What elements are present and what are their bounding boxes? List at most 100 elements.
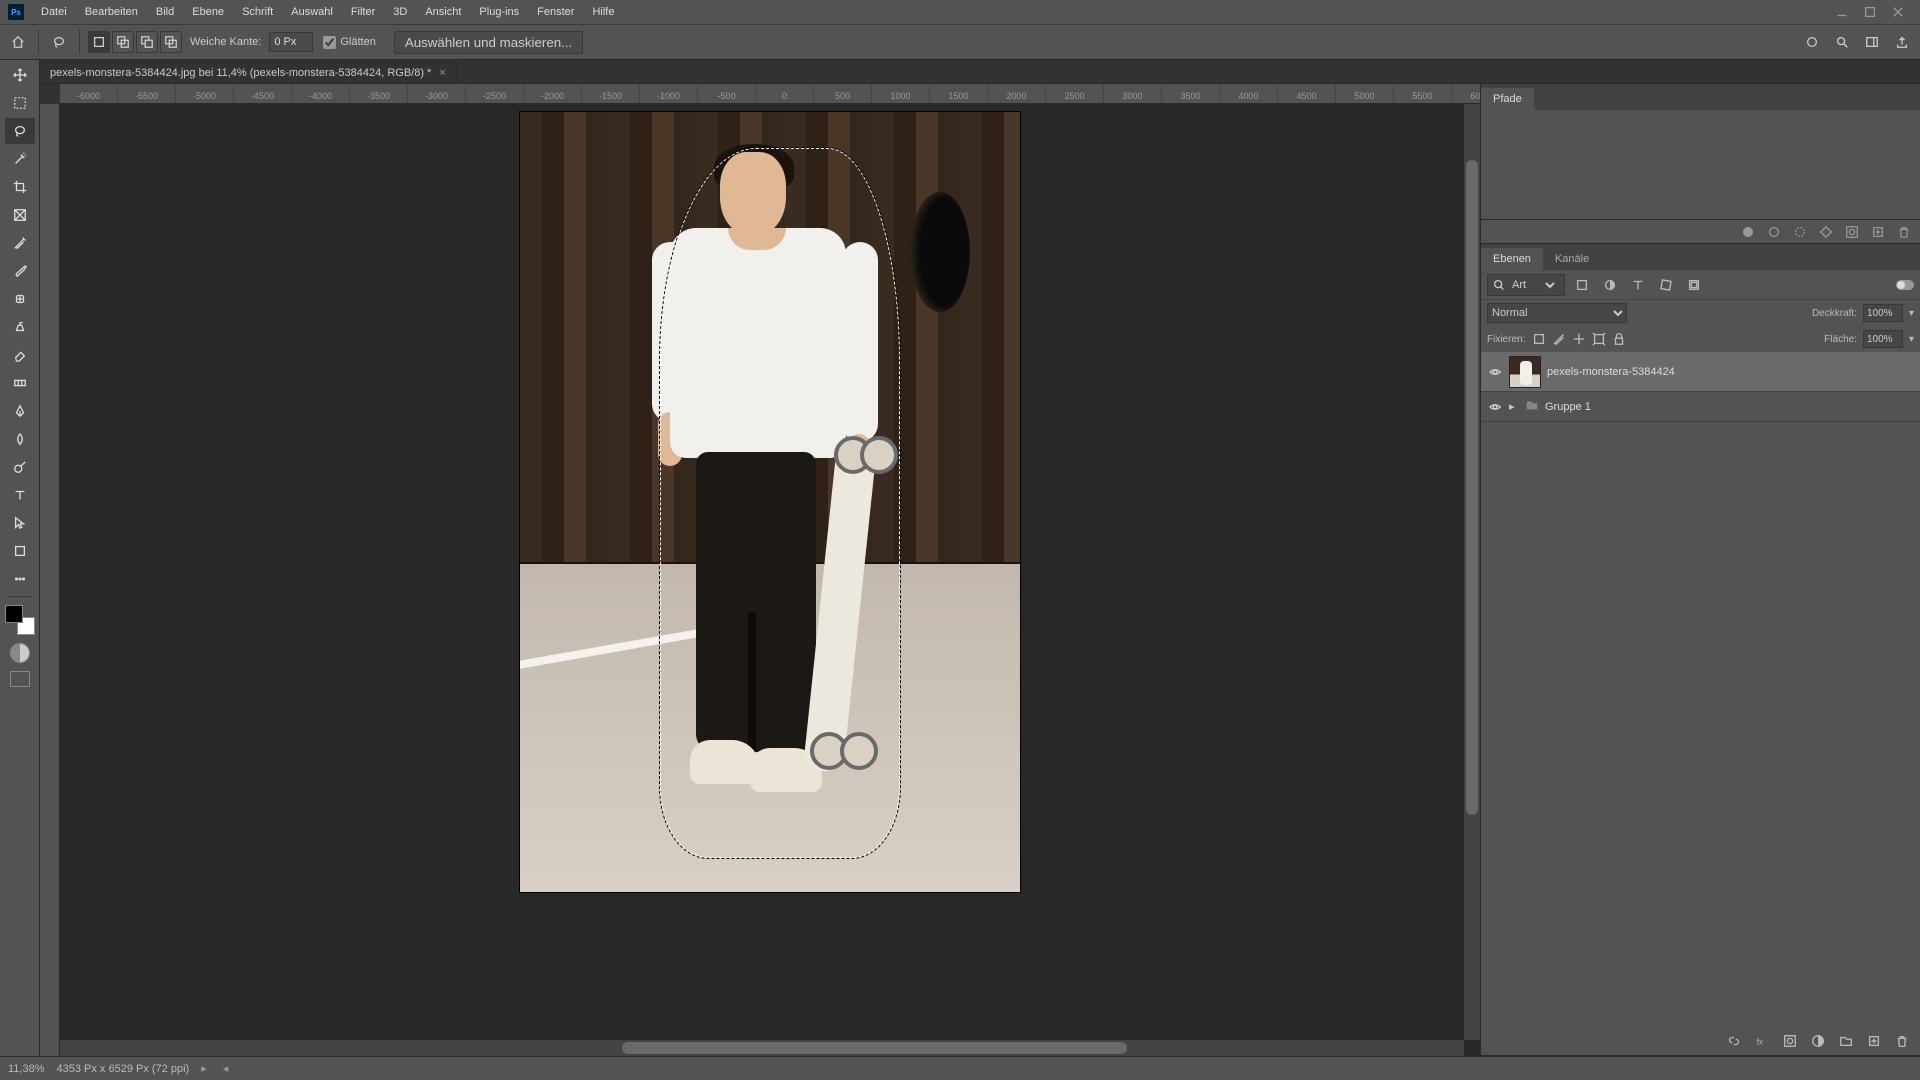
path-selection-tool[interactable] <box>5 510 35 536</box>
quick-mask-toggle[interactable] <box>10 643 30 663</box>
fill-path-icon[interactable] <box>1740 224 1756 240</box>
layer-list[interactable]: pexels-monstera-5384424 ▸ Gruppe 1 <box>1481 352 1920 422</box>
layer-thumbnail[interactable] <box>1509 356 1541 388</box>
filter-shape-icon[interactable] <box>1655 274 1677 296</box>
menu-datei[interactable]: Datei <box>32 0 76 24</box>
shape-tool[interactable] <box>5 538 35 564</box>
blend-mode-select[interactable]: Normal <box>1487 303 1627 323</box>
zoom-level[interactable]: 11,38% <box>8 1063 45 1075</box>
link-layers-icon[interactable] <box>1726 1033 1742 1049</box>
feather-input[interactable] <box>269 32 313 52</box>
filter-pixel-icon[interactable] <box>1571 274 1593 296</box>
filter-type-icon[interactable] <box>1627 274 1649 296</box>
scrollbar-vertical[interactable] <box>1464 104 1480 1040</box>
scroll-left-icon[interactable]: ◂ <box>223 1062 229 1075</box>
home-button[interactable] <box>6 30 30 54</box>
selection-add-button[interactable] <box>112 31 134 53</box>
menu-ansicht[interactable]: Ansicht <box>416 0 470 24</box>
menu-bearbeiten[interactable]: Bearbeiten <box>76 0 147 24</box>
new-layer-icon[interactable] <box>1866 1033 1882 1049</box>
eyedropper-tool[interactable] <box>5 230 35 256</box>
stroke-path-icon[interactable] <box>1766 224 1782 240</box>
pen-tool[interactable] <box>5 398 35 424</box>
blur-tool[interactable] <box>5 426 35 452</box>
scrollbar-thumb[interactable] <box>1466 160 1478 815</box>
more-tools[interactable] <box>5 566 35 592</box>
canvas-viewport[interactable] <box>60 104 1480 1056</box>
tab-layers[interactable]: Ebenen <box>1481 248 1543 270</box>
tool-preset-lasso-icon[interactable] <box>47 30 71 54</box>
antialias-checkbox-input[interactable] <box>323 36 336 49</box>
close-button[interactable] <box>1884 2 1912 22</box>
add-mask-icon[interactable] <box>1782 1033 1798 1049</box>
paths-panel-body[interactable] <box>1481 110 1920 219</box>
clone-stamp-tool[interactable] <box>5 314 35 340</box>
menu-ebene[interactable]: Ebene <box>183 0 233 24</box>
ruler-horizontal[interactable]: -6000-5500-5000-4500-4000-3500-3000-2500… <box>60 84 1480 104</box>
document-canvas[interactable] <box>520 112 1020 892</box>
new-group-icon[interactable] <box>1838 1033 1854 1049</box>
scrollbar-thumb[interactable] <box>622 1042 1127 1054</box>
add-mask-icon[interactable] <box>1844 224 1860 240</box>
brush-tool[interactable] <box>5 258 35 284</box>
healing-brush-tool[interactable] <box>5 286 35 312</box>
magic-wand-tool[interactable] <box>5 146 35 172</box>
new-adjustment-icon[interactable] <box>1810 1033 1826 1049</box>
selection-to-path-icon[interactable] <box>1818 224 1834 240</box>
antialias-checkbox[interactable]: Glätten <box>323 36 375 49</box>
opacity-input[interactable] <box>1863 304 1903 322</box>
visibility-toggle-icon[interactable] <box>1487 364 1503 380</box>
expand-toggle-icon[interactable]: ▸ <box>1509 400 1519 413</box>
menu-schrift[interactable]: Schrift <box>233 0 282 24</box>
maximize-button[interactable] <box>1856 2 1884 22</box>
screen-mode-toggle[interactable] <box>10 671 30 687</box>
menu-filter[interactable]: Filter <box>342 0 384 24</box>
tab-paths[interactable]: Pfade <box>1481 88 1534 110</box>
filter-adjustment-icon[interactable] <box>1599 274 1621 296</box>
move-tool[interactable] <box>5 62 35 88</box>
lock-all-icon[interactable] <box>1611 331 1627 347</box>
selection-subtract-button[interactable] <box>136 31 158 53</box>
lock-artboard-icon[interactable] <box>1591 331 1607 347</box>
lock-transparency-icon[interactable] <box>1531 331 1547 347</box>
layer-fx-icon[interactable]: fx <box>1754 1033 1770 1049</box>
layer-filter-select[interactable]: Art <box>1508 278 1558 292</box>
tab-channels[interactable]: Kanäle <box>1543 248 1601 270</box>
selection-new-button[interactable] <box>88 31 110 53</box>
menu-fenster[interactable]: Fenster <box>528 0 583 24</box>
lasso-tool[interactable] <box>5 118 35 144</box>
search-icon[interactable] <box>1830 30 1854 54</box>
menu-auswahl[interactable]: Auswahl <box>282 0 342 24</box>
filter-smartobj-icon[interactable] <box>1683 274 1705 296</box>
lock-pixels-icon[interactable] <box>1551 331 1567 347</box>
dodge-tool[interactable] <box>5 454 35 480</box>
ruler-vertical[interactable] <box>40 104 60 1056</box>
menu-plugins[interactable]: Plug-ins <box>470 0 528 24</box>
layer-name[interactable]: Gruppe 1 <box>1545 401 1591 413</box>
selection-intersect-button[interactable] <box>160 31 182 53</box>
layer-name[interactable]: pexels-monstera-5384424 <box>1547 366 1675 378</box>
document-tab[interactable]: pexels-monstera-5384424.jpg bei 11,4% (p… <box>40 62 457 83</box>
gradient-tool[interactable] <box>5 370 35 396</box>
new-path-icon[interactable] <box>1870 224 1886 240</box>
fill-input[interactable] <box>1863 330 1903 348</box>
layer-item-group[interactable]: ▸ Gruppe 1 <box>1481 392 1920 422</box>
marquee-tool[interactable] <box>5 90 35 116</box>
frame-tool[interactable] <box>5 202 35 228</box>
visibility-toggle-icon[interactable] <box>1487 399 1503 415</box>
layer-item[interactable]: pexels-monstera-5384424 <box>1481 352 1920 392</box>
scrollbar-horizontal[interactable] <box>60 1040 1464 1056</box>
doc-info-menu-icon[interactable]: ▸ <box>201 1062 207 1075</box>
type-tool[interactable] <box>5 482 35 508</box>
menu-bild[interactable]: Bild <box>147 0 183 24</box>
path-to-selection-icon[interactable] <box>1792 224 1808 240</box>
lock-position-icon[interactable] <box>1571 331 1587 347</box>
delete-layer-icon[interactable] <box>1894 1033 1910 1049</box>
close-tab-icon[interactable]: × <box>439 67 445 79</box>
chevron-down-icon[interactable]: ▾ <box>1909 334 1914 345</box>
workspace-icon[interactable] <box>1860 30 1884 54</box>
layer-filter-dropdown[interactable]: Art <box>1487 274 1565 296</box>
chevron-down-icon[interactable]: ▾ <box>1909 308 1914 319</box>
menu-hilfe[interactable]: Hilfe <box>583 0 623 24</box>
document-info[interactable]: 4353 Px x 6529 Px (72 ppi) <box>57 1063 190 1075</box>
